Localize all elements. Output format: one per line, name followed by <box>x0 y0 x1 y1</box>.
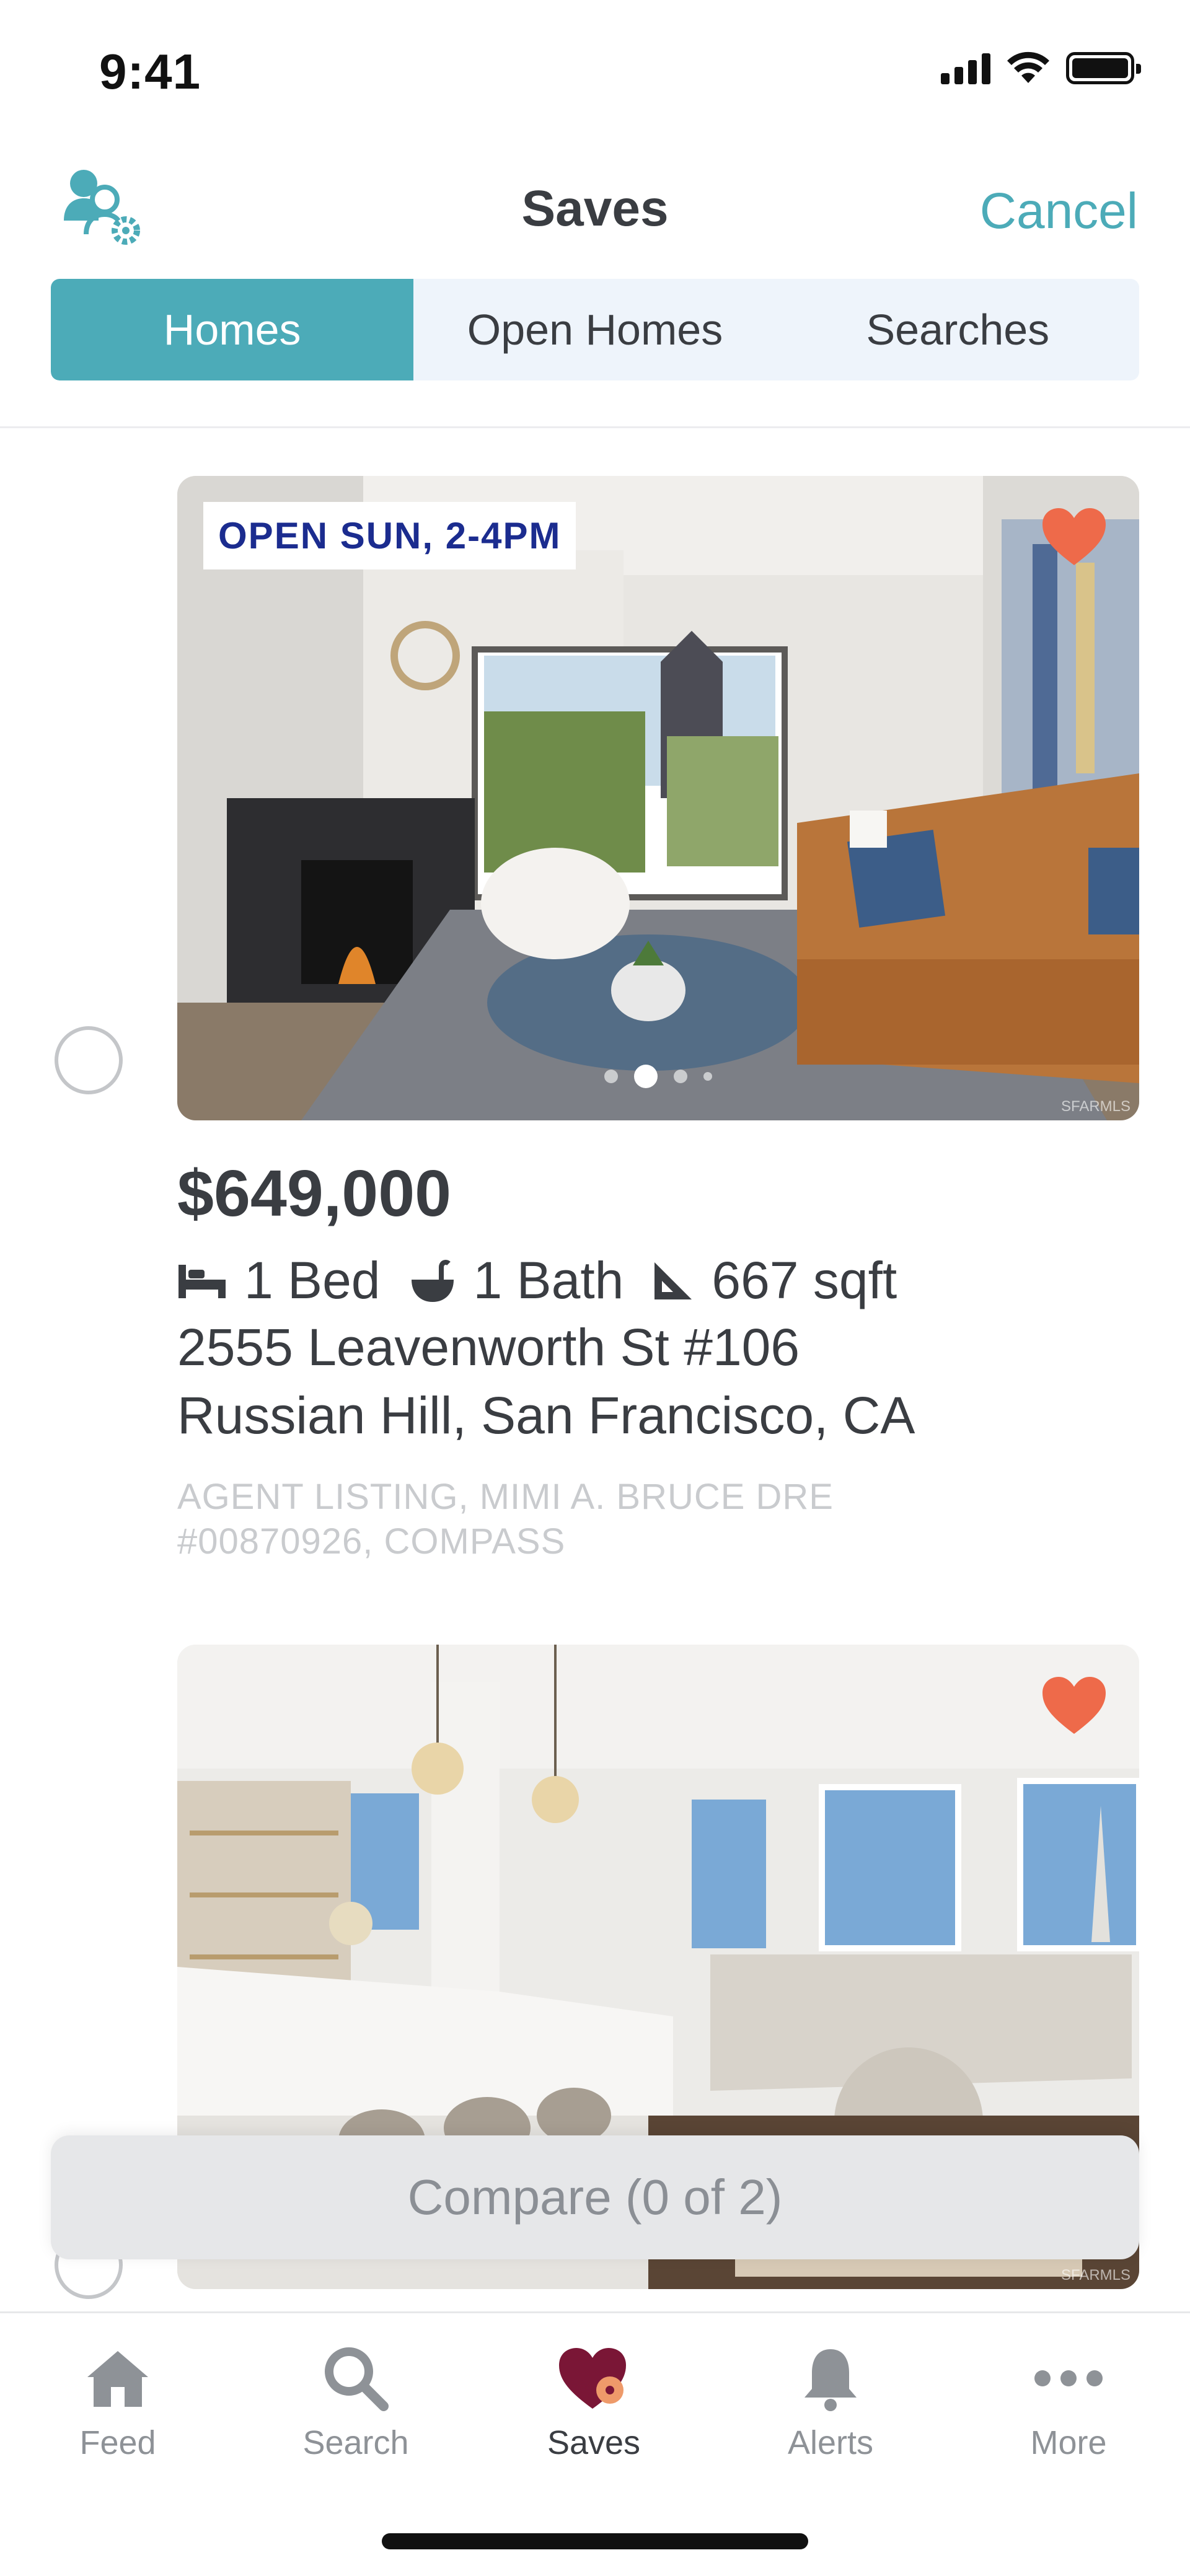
listing-street-address: 2555 Leavenworth St #106 <box>177 1318 800 1376</box>
living-room-photo <box>177 476 1139 1120</box>
bell-icon <box>804 2349 857 2411</box>
baths-label: 1 Bath <box>473 1251 624 1309</box>
photo-watermark: SFARMLS <box>1060 1098 1130 1115</box>
status-icons <box>941 51 1141 84</box>
tab-open-homes[interactable]: Open Homes <box>413 279 776 380</box>
sqft-fact: 667 sqft <box>652 1251 897 1311</box>
heart-icon <box>559 2348 626 2409</box>
magnifier-icon <box>325 2347 389 2411</box>
saved-heart-icon[interactable] <box>1040 1674 1108 1736</box>
header: Saves Cancel <box>0 161 1190 260</box>
bed-icon <box>178 1264 226 1298</box>
house-icon <box>87 2351 148 2407</box>
tab-feed[interactable]: Feed <box>25 2338 211 2462</box>
tab-label: More <box>1030 2424 1107 2461</box>
pagination-dot <box>604 1070 618 1083</box>
tab-label: Alerts <box>787 2424 874 2461</box>
header-divider <box>0 426 1190 428</box>
tab-alerts[interactable]: Alerts <box>738 2338 923 2462</box>
pagination-dot <box>703 1072 712 1081</box>
tab-search[interactable]: Search <box>263 2338 449 2462</box>
photo-pagination-dots <box>177 1065 1139 1088</box>
photo-watermark: SFARMLS <box>1060 2267 1130 2284</box>
pagination-dot <box>674 1070 687 1083</box>
wifi-icon <box>1007 51 1049 83</box>
sqft-label: 667 sqft <box>712 1251 897 1309</box>
compare-button[interactable]: Compare (0 of 2) <box>51 2135 1139 2259</box>
saves-segmented-control: Homes Open Homes Searches <box>51 279 1139 380</box>
listing-select-checkbox[interactable] <box>55 1026 123 1094</box>
open-house-badge: OPEN SUN, 2-4PM <box>203 502 576 569</box>
saved-heart-icon[interactable] <box>1040 506 1108 568</box>
cellular-signal-icon <box>941 53 990 84</box>
tab-more[interactable]: More <box>976 2338 1161 2462</box>
listing-price: $649,000 <box>177 1157 452 1230</box>
listing-facts: 1 Bed 1 Bath 667 sqft <box>177 1251 925 1311</box>
cancel-button[interactable]: Cancel <box>980 182 1138 240</box>
beds-fact: 1 Bed <box>177 1251 381 1311</box>
beds-label: 1 Bed <box>244 1251 381 1309</box>
listing-neighborhood-city: Russian Hill, San Francisco, CA <box>177 1386 915 1444</box>
baths-fact: 1 Bath <box>409 1251 624 1311</box>
tab-label: Search <box>302 2424 409 2461</box>
bathtub-icon <box>411 1259 454 1302</box>
tab-label: Saves <box>547 2424 641 2461</box>
tab-homes[interactable]: Homes <box>51 279 414 380</box>
ellipsis-icon <box>1034 2370 1103 2386</box>
status-bar: 9:41 <box>0 0 1190 136</box>
listing-agent-info: AGENT LISTING, MIMI A. BRUCE DRE #008709… <box>177 1477 834 1562</box>
listing-photo[interactable]: OPEN SUN, 2-4PM SFARMLS <box>177 476 1139 1120</box>
area-triangle-icon <box>654 1262 692 1299</box>
tab-searches[interactable]: Searches <box>777 279 1139 380</box>
battery-icon <box>1066 52 1141 84</box>
home-indicator[interactable] <box>382 2533 808 2549</box>
tab-label: Feed <box>79 2424 156 2461</box>
pagination-dot-active <box>634 1065 658 1088</box>
tab-saves[interactable]: Saves <box>501 2338 687 2462</box>
status-time: 9:41 <box>99 44 201 99</box>
